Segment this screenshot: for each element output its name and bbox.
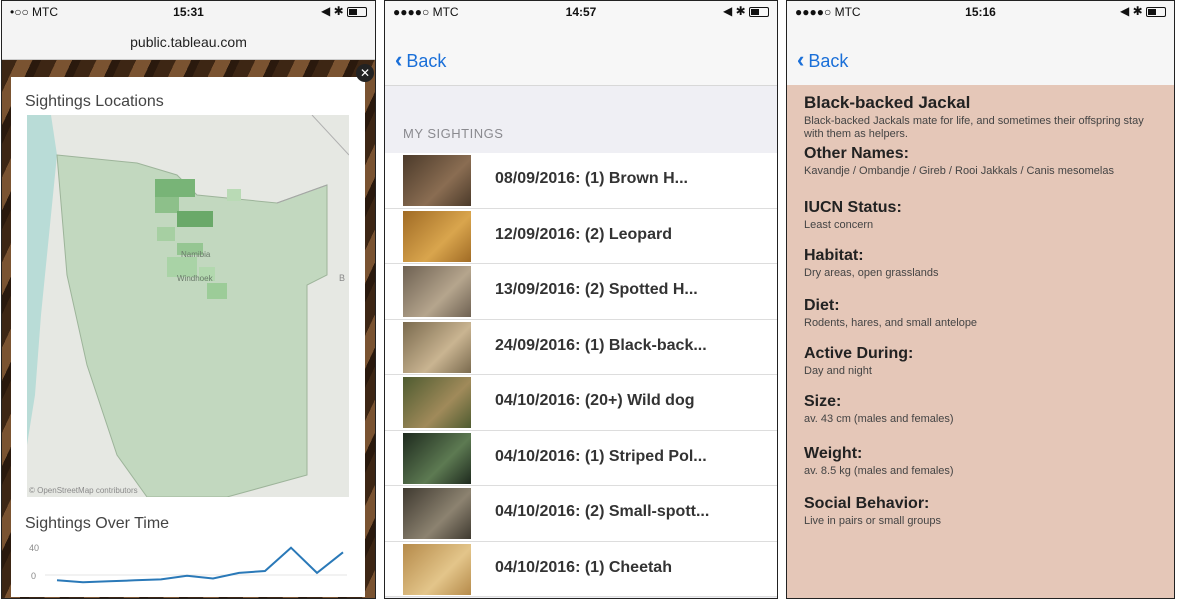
fact-block: Black-backed Jackal Black-backed Jackals … [804,93,1162,141]
sighting-row[interactable]: 04/10/2016: (1) Cheetah [385,541,777,597]
animal-thumbnail [403,432,471,484]
fact-block: Weight: av. 8.5 kg (males and females) [804,445,1162,478]
fact-block: IUCN Status: Least concern [804,199,1162,232]
sighting-label: 04/10/2016: (20+) Wild dog [495,392,695,409]
fact-block: Social Behavior: Live in pairs or small g… [804,495,1162,528]
fact-text: Black-backed Jackals mate for life, and … [804,115,1144,140]
sighting-row[interactable]: 04/10/2016: (20+) Wild dog [385,375,777,431]
back-label: Back [808,51,849,71]
sighting-label: 13/09/2016: (2) Spotted H... [495,281,698,298]
status-bar: •○○ MTC 15:31 ◀ ✱ [2,1,375,21]
chevron-left-icon: ‹ [395,47,403,72]
animal-thumbnail [403,155,471,206]
fact-block: Habitat: Dry areas, open grasslands [804,247,1162,280]
sightings-map[interactable]: Namibia Windhoek B © OpenStreetMap contr… [27,115,349,497]
sighting-label: 24/09/2016: (1) Black-back... [495,336,707,354]
chevron-left-icon: ‹ [797,47,805,72]
viz-card: Sightings Locations Namibia Windhoek B ©… [11,77,365,597]
map-label-namibia: Namibia [181,250,211,259]
navigation-bar: ‹ Back [787,21,1174,86]
clock: 14:57 [565,5,597,19]
fact-heading: Weight: [804,445,863,462]
map-label-windhoek: Windhoek [177,274,214,283]
fact-block: Diet: Rodents, hares, and small antelope [804,297,1162,330]
status-bar: ●●●●○ MTC 15:16 ◀ ✱ [787,1,1174,21]
back-button[interactable]: ‹ Back [797,47,848,73]
phone-screen-species-detail: ●●●●○ MTC 15:16 ◀ ✱ ‹ Back Black-backed J… [786,0,1175,599]
fact-block: Active During: Day and night [804,345,1162,378]
location-bluetooth-icons: ◀ ✱ [321,4,344,18]
trend-line [56,546,344,584]
fact-text: av. 43 cm (males and females) [804,413,954,425]
animal-thumbnail [403,543,471,595]
trend-title: Sightings Over Time [25,515,170,532]
status-bar: ●●●●○ MTC 14:57 ◀ ✱ [385,1,777,21]
animal-thumbnail [403,377,471,428]
sightings-trend-chart[interactable]: 40 0 [27,539,349,593]
sighting-row[interactable]: 24/09/2016: (1) Black-back... [385,319,777,375]
close-icon[interactable]: ✕ [356,64,374,82]
sighting-row[interactable]: 13/09/2016: (2) Spotted H... [385,264,777,320]
browser-bar: •○○ MTC 15:31 ◀ ✱ public.tableau.com [2,1,375,60]
fact-heading: Social Behavior: [804,495,930,512]
fact-heading: Size: [804,393,842,410]
fact-heading: IUCN Status: [804,199,902,216]
status-icons: ◀ ✱ [1120,4,1166,18]
sighting-row[interactable]: 08/09/2016: (1) Brown H... [385,153,777,209]
fact-text: Least concern [804,219,874,231]
status-icons: ◀ ✱ [321,4,367,18]
animal-thumbnail [403,488,471,539]
fact-heading: Habitat: [804,247,864,264]
section-title: MY SIGHTINGS [403,126,504,141]
map-edge-label: B [339,273,345,283]
map-attribution: © OpenStreetMap contributors [29,486,138,495]
sighting-label: 04/10/2016: (1) Cheetah [495,558,672,576]
clock: 15:31 [173,5,204,19]
url-label[interactable]: public.tableau.com [2,34,375,50]
fact-heading: Active During: [804,345,914,362]
fact-text: Day and night [804,365,872,377]
back-button[interactable]: ‹ Back [395,47,446,73]
fact-text: Rodents, hares, and small antelope [804,317,978,329]
sighting-label: 08/09/2016: (1) Brown H... [495,170,688,187]
fact-heading: Black-backed Jackal [804,93,971,112]
fact-text: Dry areas, open grasslands [804,267,939,279]
animal-thumbnail [403,266,471,317]
sighting-label: 04/10/2016: (1) Striped Pol... [495,447,707,465]
phone-screen-tableau: •○○ MTC 15:31 ◀ ✱ public.tableau.com Sig… [1,0,376,599]
location-bluetooth-icons: ◀ ✱ [723,4,746,18]
phone-screen-sightings: ●●●●○ MTC 14:57 ◀ ✱ ‹ Back MY SIGHTINGS 0… [384,0,778,599]
sighting-label: 12/09/2016: (2) Leopard [495,225,672,243]
battery-icon [1146,6,1166,17]
sighting-row[interactable]: 04/10/2016: (2) Small-spott... [385,486,777,542]
sighting-label: 04/10/2016: (2) Small-spott... [495,503,710,520]
sighting-row[interactable]: 12/09/2016: (2) Leopard [385,208,777,264]
fact-block: Other Names: Kavandje / Ombandje / Gireb … [804,145,1162,178]
navigation-bar: ‹ Back [385,21,777,86]
fact-block: Size: av. 43 cm (males and females) [804,393,1162,426]
fact-text: av. 8.5 kg (males and females) [804,465,954,477]
animal-thumbnail [403,321,471,373]
species-facts: Black-backed Jackal Black-backed Jackals … [787,85,1174,598]
sightings-list: 08/09/2016: (1) Brown H... 12/09/2016: (2… [385,153,777,597]
back-label: Back [406,51,447,71]
fact-text: Live in pairs or small groups [804,515,941,527]
location-bluetooth-icons: ◀ ✱ [1120,4,1143,18]
status-icons: ◀ ✱ [723,4,769,18]
map-title: Sightings Locations [25,93,164,110]
battery-icon [749,6,769,17]
clock: 15:16 [965,5,996,19]
animal-thumbnail [403,210,471,262]
y-tick-top: 40 [29,543,39,553]
battery-icon [347,6,367,17]
fact-text: Kavandje / Ombandje / Gireb / Rooi Jakka… [804,165,1114,177]
fact-heading: Other Names: [804,145,909,162]
y-tick-bottom: 0 [31,571,36,581]
sighting-row[interactable]: 04/10/2016: (1) Striped Pol... [385,430,777,486]
fact-heading: Diet: [804,297,840,314]
